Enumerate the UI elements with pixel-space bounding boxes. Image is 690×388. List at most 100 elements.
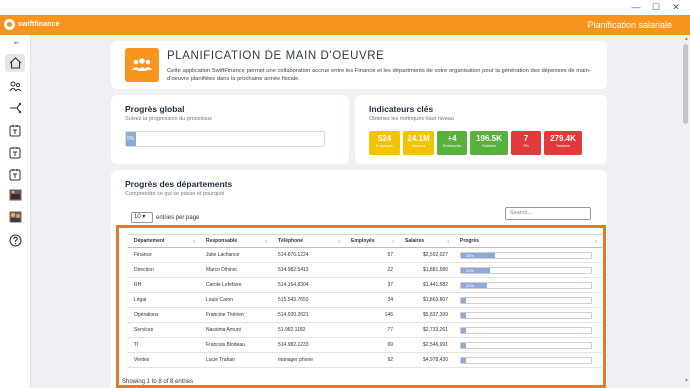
salaries-cell: $2,733,261 <box>399 322 454 338</box>
photo-thumbnail-icon[interactable] <box>5 186 25 204</box>
dept-cell: Services <box>128 322 200 338</box>
table-row[interactable]: Direction Marco Dihinni 514.982.5413 22 $1,8… <box>128 262 602 278</box>
kpi-value: 196.5K <box>476 134 502 143</box>
header-card: PLANIFICATION DE MAIN D'OEUVRE Cette app… <box>111 41 607 89</box>
progress-fill <box>461 327 466 333</box>
progress-cell <box>454 352 602 368</box>
col-header-progres[interactable]: Progrès ⇕ <box>454 234 602 248</box>
progress-fill: 22% <box>461 267 490 273</box>
logo-icon <box>4 19 15 30</box>
kpi-card: Indicateurs clés Obtenez les métriques h… <box>355 95 607 164</box>
col-header-telephone[interactable]: Téléphone ⇕ <box>272 234 345 248</box>
kpi-label: Fin <box>523 144 529 148</box>
table-row[interactable]: TI Francois Blodeau 514.982.1233 69 $2,546,9… <box>128 337 602 353</box>
progress-fill <box>461 357 466 363</box>
progress-cell <box>454 307 602 323</box>
window-titlebar: — ☐ ✕ <box>0 0 690 15</box>
employees-cell: 22 <box>345 262 399 278</box>
kpi-label: Salaires <box>556 144 570 148</box>
employees-cell: 69 <box>345 337 399 353</box>
home-icon[interactable] <box>5 54 25 72</box>
table-row[interactable]: Services Nassima Amuni 51.982.1182 77 $2,733… <box>128 322 602 338</box>
col-header-responsable[interactable]: Responsable ⇕ <box>200 234 272 248</box>
salaries-cell: $1,441,582 <box>399 277 454 293</box>
scroll-up-icon[interactable]: ▲ <box>684 36 689 42</box>
progress-cell <box>454 337 602 353</box>
progress-fill: 26% <box>461 252 495 258</box>
report-icon[interactable] <box>5 121 25 139</box>
manager-cell: Julie Lachance <box>200 247 272 263</box>
kpi-tile: 24.1M Salaires <box>403 131 434 155</box>
phone-cell: 51.982.1182 <box>272 322 345 338</box>
kpi-tile: 279.4K Salaires <box>544 131 582 155</box>
table-row[interactable]: Opérations Francine Thérien 514.920.2621 14… <box>128 307 602 323</box>
logo-text: swiftfinance <box>18 21 60 28</box>
table-header-row: Département ⇕ Responsable ⇕ Téléphone ⇕ Emp… <box>128 234 602 248</box>
main-content: PLANIFICATION DE MAIN D'OEUVRE Cette app… <box>31 35 690 388</box>
close-button[interactable]: ✕ <box>666 2 686 13</box>
minimize-button[interactable]: — <box>626 2 646 13</box>
progress-fill: 20% <box>461 282 487 288</box>
scroll-down-icon[interactable]: ▼ <box>684 378 689 384</box>
dept-cell: Opérations <box>128 307 200 323</box>
col-header-employes[interactable]: Employés ⇕ <box>345 234 399 248</box>
employees-cell: 92 <box>345 352 399 368</box>
page-title: PLANIFICATION DE MAIN D'OEUVRE <box>167 50 385 62</box>
entries-per-page-select[interactable]: 10 ▾ <box>131 212 153 223</box>
progress-bar <box>460 326 592 334</box>
vertical-scrollbar[interactable] <box>683 44 688 124</box>
progress-fill <box>461 312 466 318</box>
share-icon[interactable] <box>5 99 25 117</box>
kpi-value: 279.4K <box>550 134 576 143</box>
employees-cell: 34 <box>345 292 399 308</box>
departments-table: Département ⇕ Responsable ⇕ Téléphone ⇕ Emp… <box>128 234 602 368</box>
org-chart-icon[interactable] <box>5 77 25 95</box>
table-row[interactable]: RH Carole Lefebvre 514.154.8304 37 $1,441,58… <box>128 277 602 293</box>
progress-bar <box>460 311 592 319</box>
phone-cell: 514.154.8304 <box>272 277 345 293</box>
employees-cell: 57 <box>345 247 399 263</box>
departments-table-frame: Département ⇕ Responsable ⇕ Téléphone ⇕ Emp… <box>116 225 606 388</box>
table-row[interactable]: Ventes Lucie Trahan manager phone 92 $4,978,… <box>128 352 602 368</box>
phone-cell: 514.982.5413 <box>272 262 345 278</box>
progress-bar <box>460 341 592 349</box>
dept-cell: RH <box>128 277 200 293</box>
manager-cell: Francois Blodeau <box>200 337 272 353</box>
collapse-icon[interactable]: ⇤ <box>14 39 20 47</box>
table-row[interactable]: Finance Julie Lachance 514.876.1224 57 $2,59… <box>128 247 602 263</box>
kpi-value: 524 <box>377 134 392 143</box>
employees-cell: 146 <box>345 307 399 323</box>
global-progress-title: Progrès global <box>125 104 185 114</box>
left-sidebar: ⇤ <box>0 35 31 388</box>
team-photo-icon[interactable] <box>5 208 25 226</box>
kpi-label: Embauche <box>442 144 462 148</box>
departments-subtitle: Comprendre ce qui se passe et pourquoi <box>125 191 225 197</box>
col-header-salaires[interactable]: Salaires ⇕ <box>399 234 454 248</box>
progress-cell: 26% <box>454 247 602 263</box>
kpi-tile: 196.5K Salaires <box>470 131 508 155</box>
maximize-button[interactable]: ☐ <box>646 2 666 13</box>
report-icon[interactable] <box>5 165 25 183</box>
progress-fill <box>461 342 466 348</box>
table-info: Showing 1 to 8 of 8 entries <box>122 379 194 385</box>
report-icon[interactable] <box>5 143 25 161</box>
salaries-cell: $5,837,399 <box>399 307 454 323</box>
search-input[interactable]: Search... <box>505 207 591 220</box>
help-icon[interactable] <box>5 231 25 249</box>
col-header-departement[interactable]: Département ⇕ <box>128 234 200 248</box>
global-progress-card: Progrès global Suivez la progression du … <box>111 95 349 164</box>
dept-cell: Finance <box>128 247 200 263</box>
kpi-value: 7 <box>523 134 529 143</box>
departments-table-body: Finance Julie Lachance 514.876.1224 57 $2,59… <box>128 247 602 368</box>
manager-cell: Nassima Amuni <box>200 322 272 338</box>
progress-cell <box>454 292 602 308</box>
dept-cell: Ventes <box>128 352 200 368</box>
phone-cell: 514.920.2621 <box>272 307 345 323</box>
departments-title: Progrès des départements <box>125 179 233 189</box>
progress-bar: 20% <box>460 281 592 289</box>
salaries-cell: $1,863,807 <box>399 292 454 308</box>
app-title: Planification salariale <box>587 20 672 30</box>
kpi-label: Salaires <box>482 144 496 148</box>
table-row[interactable]: Légal Louis Caron 515.543.7653 34 $1,863,807 <box>128 292 602 308</box>
progress-bar <box>460 296 592 304</box>
